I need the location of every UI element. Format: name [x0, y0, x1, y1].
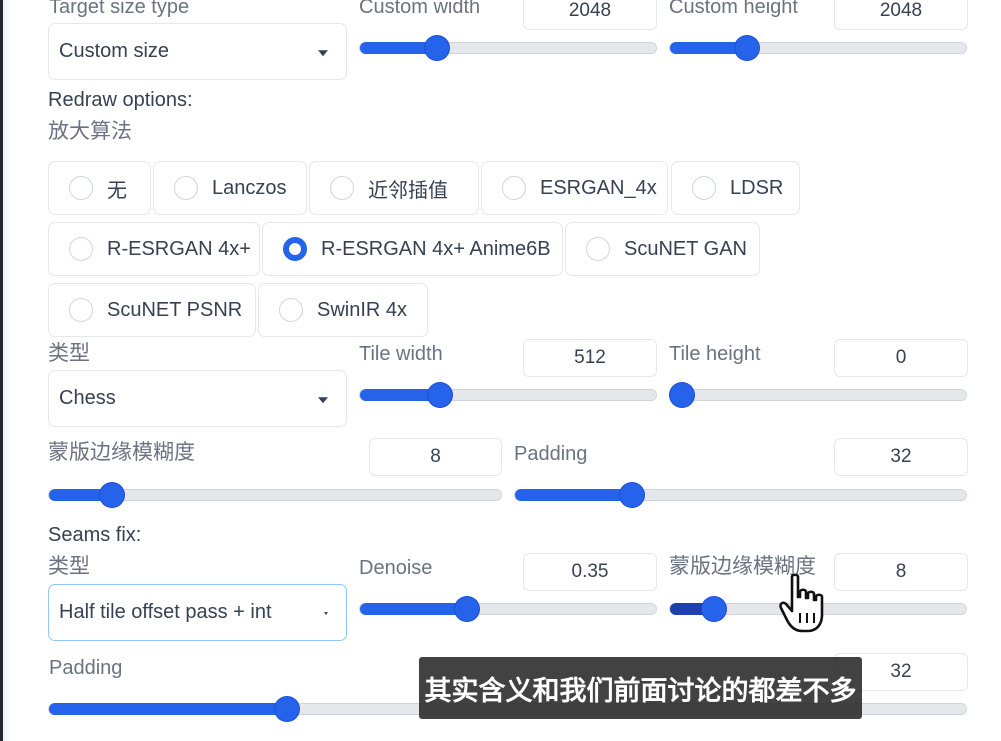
tile-width-label: Tile width: [359, 343, 443, 365]
custom-height-label: Custom height: [669, 0, 798, 18]
radio-icon: [69, 237, 93, 261]
radio-icon: [502, 176, 526, 200]
chevron-down-icon: [318, 396, 328, 403]
slider-thumb[interactable]: [620, 483, 645, 507]
seams-padding-label: Padding: [49, 657, 123, 679]
upscaler-option-label: ScuNET PSNR: [107, 298, 243, 321]
slider-thumb[interactable]: [100, 483, 125, 507]
seams-type-label: 类型: [48, 555, 90, 578]
upscaler-label: 放大算法: [48, 120, 132, 143]
upscaler-option-lanczos[interactable]: Lanczos: [153, 161, 307, 215]
upscaler-option-label: 无: [107, 179, 127, 202]
slider-thumb[interactable]: [734, 36, 759, 60]
upscaler-option-label: R-ESRGAN 4x+ Anime6B: [321, 237, 551, 260]
redraw-type-label: 类型: [48, 342, 90, 365]
chevron-down-icon: [324, 611, 328, 615]
window-left-edge: [0, 0, 10, 741]
redraw-type-value: Chess: [59, 387, 116, 409]
seams-mask-blur-input[interactable]: 8: [834, 553, 968, 591]
tile-height-slider[interactable]: [669, 383, 967, 407]
target-size-type-value: Custom size: [59, 40, 170, 62]
padding-input[interactable]: 32: [834, 438, 968, 476]
redraw-options-heading: Redraw options:: [48, 89, 193, 111]
denoise-input[interactable]: 0.35: [523, 553, 657, 591]
radio-icon: [330, 176, 354, 200]
custom-width-slider[interactable]: [359, 36, 657, 60]
custom-width-label: Custom width: [359, 0, 481, 18]
denoise-slider[interactable]: [359, 597, 657, 621]
slider-thumb[interactable]: [669, 383, 694, 407]
mask-blur-slider[interactable]: [48, 483, 502, 507]
slider-thumb[interactable]: [702, 597, 727, 621]
custom-width-input[interactable]: 2048: [523, 0, 657, 30]
seams-type-dropdown[interactable]: Half tile offset pass + int: [48, 584, 347, 641]
upscaler-option-label: Lanczos: [212, 176, 287, 199]
slider-fill: [49, 703, 288, 715]
upscaler-option-esrgan-4x[interactable]: ESRGAN_4x: [481, 161, 668, 215]
hand-cursor-icon: [779, 573, 824, 633]
radio-icon: [174, 176, 198, 200]
seams-type-value: Half tile offset pass + int: [59, 601, 272, 623]
radio-icon: [692, 176, 716, 200]
radio-icon: [69, 176, 93, 200]
tile-width-slider[interactable]: [359, 383, 657, 407]
padding-label: Padding: [514, 443, 588, 465]
upscaler-option-label: R-ESRGAN 4x+: [107, 237, 251, 260]
slider-fill: [515, 489, 633, 501]
upscaler-option-label: ScuNET GAN: [624, 237, 747, 260]
upscaler-option-r-esrgan-4x-plus[interactable]: R-ESRGAN 4x+: [48, 222, 260, 276]
tile-height-input[interactable]: 0: [834, 339, 968, 377]
tile-width-input[interactable]: 512: [523, 339, 657, 377]
padding-slider[interactable]: [514, 483, 967, 507]
seams-fix-heading: Seams fix:: [48, 524, 142, 546]
upscaler-option-nearest[interactable]: 近邻插值: [309, 161, 479, 215]
target-size-type-dropdown[interactable]: Custom size: [48, 23, 347, 80]
slider-thumb[interactable]: [427, 383, 452, 407]
mask-blur-label: 蒙版边缘模糊度: [48, 441, 195, 464]
upscaler-option-label: SwinIR 4x: [317, 298, 408, 321]
upscaler-option-scunet-psnr[interactable]: ScuNET PSNR: [48, 283, 256, 337]
upscaler-option-label: ESRGAN_4x: [540, 176, 657, 199]
radio-icon: [69, 298, 93, 322]
slider-thumb[interactable]: [454, 597, 479, 621]
video-subtitle: 其实含义和我们前面讨论的都差不多: [419, 657, 862, 719]
custom-height-slider[interactable]: [669, 36, 967, 60]
upscaler-option-r-esrgan-anime6b[interactable]: R-ESRGAN 4x+ Anime6B: [262, 222, 563, 276]
redraw-type-dropdown[interactable]: Chess: [48, 370, 347, 427]
mask-blur-input[interactable]: 8: [369, 438, 502, 476]
radio-icon: [279, 298, 303, 322]
upscaler-option-ldsr[interactable]: LDSR: [671, 161, 800, 215]
radio-icon: [586, 237, 610, 261]
upscaler-option-none[interactable]: 无: [48, 161, 151, 215]
tile-height-label: Tile height: [669, 343, 761, 365]
upscaler-option-label: LDSR: [730, 176, 784, 199]
slider-fill: [360, 603, 467, 615]
radio-selected-icon: [283, 237, 307, 261]
denoise-label: Denoise: [359, 557, 433, 579]
target-size-type-label: Target size type: [49, 0, 190, 18]
slider-thumb[interactable]: [275, 697, 300, 721]
upscaler-option-swinir-4x[interactable]: SwinIR 4x: [258, 283, 428, 337]
chevron-down-icon: [318, 49, 328, 56]
upscaler-option-scunet-gan[interactable]: ScuNET GAN: [565, 222, 760, 276]
custom-height-input[interactable]: 2048: [834, 0, 968, 30]
upscaler-option-label: 近邻插值: [368, 179, 448, 202]
slider-thumb[interactable]: [424, 36, 449, 60]
